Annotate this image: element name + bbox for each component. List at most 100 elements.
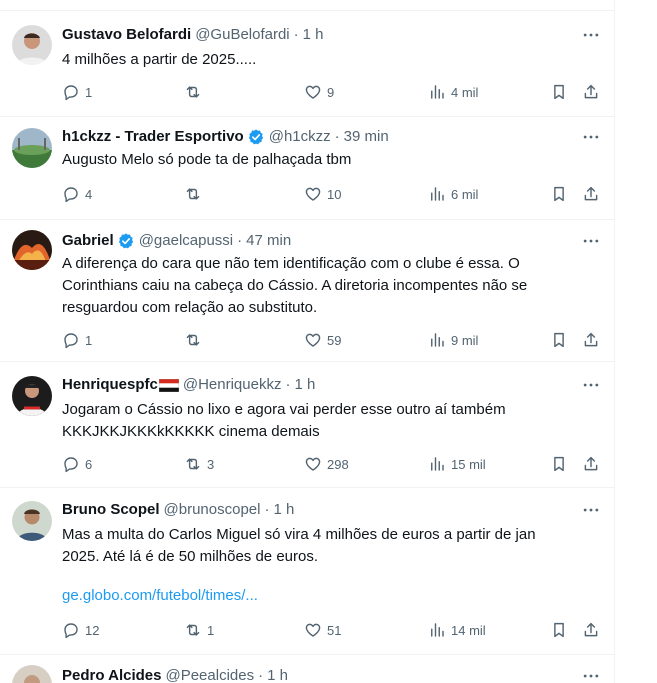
reply-icon	[62, 455, 80, 473]
avatar[interactable]	[12, 501, 52, 541]
separator-dot: ·	[264, 501, 270, 518]
author-name[interactable]: Bruno Scopel	[62, 500, 160, 520]
timestamp[interactable]: 1 h	[294, 375, 315, 395]
tweet-header: Bruno Scopel @brunoscopel · 1 h	[62, 500, 294, 520]
retweet-button[interactable]	[184, 330, 207, 350]
views-button[interactable]: 14 mil	[428, 620, 486, 640]
views-icon	[428, 621, 446, 639]
author-name[interactable]: Gabriel	[62, 231, 114, 251]
heart-icon	[304, 455, 322, 473]
tweet-header: Gustavo Belofardi @GuBelofardi · 1 h	[62, 25, 324, 45]
author-name[interactable]: Gustavo Belofardi	[62, 25, 191, 45]
author-handle[interactable]: @gaelcapussi	[139, 231, 233, 251]
author-handle[interactable]: @Henriquekkz	[183, 375, 282, 395]
more-icon[interactable]	[581, 375, 601, 395]
more-icon[interactable]	[581, 127, 601, 147]
tweet-header: h1ckzz - Trader Esportivo @h1ckzz · 39 m…	[62, 127, 389, 147]
share-icon	[582, 331, 600, 349]
author-handle[interactable]: @Peealcides	[165, 666, 254, 683]
views-button[interactable]: 9 mil	[428, 330, 478, 350]
author-name[interactable]: Henriquespfc	[62, 375, 158, 395]
tweet-actions: 6 3 298 15 mil	[62, 454, 607, 474]
tweet[interactable]: h1ckzz - Trader Esportivo @h1ckzz · 39 m…	[0, 117, 614, 220]
tweet[interactable]: Henriquespfc @Henriquekkz · 1 h Jogaram …	[0, 362, 614, 488]
tweet[interactable]: Pedro Alcides @Peealcides · 1 h	[0, 655, 615, 683]
bookmark-button[interactable]	[550, 330, 573, 350]
tweet-link[interactable]: ge.globo.com/futebol/times/...	[62, 585, 258, 607]
separator-dot: ·	[293, 26, 299, 43]
author-name[interactable]: Pedro Alcides	[62, 666, 161, 683]
views-count: 6 mil	[451, 186, 479, 202]
share-icon	[582, 455, 600, 473]
reply-button[interactable]: 12	[62, 620, 99, 640]
share-button[interactable]	[582, 184, 605, 204]
more-icon[interactable]	[581, 666, 601, 683]
like-count: 298	[327, 456, 349, 472]
tweet-header: Gabriel @gaelcapussi · 47 min	[62, 231, 291, 251]
like-count: 10	[327, 186, 342, 202]
retweet-button[interactable]: 3	[184, 454, 214, 474]
timestamp[interactable]: 39 min	[344, 127, 389, 147]
tweet[interactable]: Bruno Scopel @brunoscopel · 1 h Mas a mu…	[0, 488, 614, 655]
tweet-header: Pedro Alcides @Peealcides · 1 h	[62, 666, 288, 683]
author-handle[interactable]: @brunoscopel	[164, 500, 261, 520]
avatar[interactable]	[12, 128, 52, 168]
like-button[interactable]: 59	[304, 330, 341, 350]
avatar[interactable]	[12, 665, 52, 683]
share-button[interactable]	[582, 454, 605, 474]
timestamp[interactable]: 1 h	[267, 666, 288, 683]
share-button[interactable]	[582, 620, 605, 640]
reply-count: 12	[85, 622, 100, 638]
reply-count: 6	[85, 456, 93, 472]
like-button[interactable]: 10	[304, 184, 341, 204]
views-icon	[428, 83, 446, 101]
retweet-button[interactable]	[184, 82, 207, 102]
author-handle[interactable]: @h1ckzz	[269, 127, 331, 147]
more-icon[interactable]	[581, 231, 601, 251]
timestamp[interactable]: 1 h	[273, 500, 294, 520]
retweet-icon	[184, 83, 202, 101]
bookmark-button[interactable]	[550, 620, 573, 640]
timeline-feed: Gustavo Belofardi @GuBelofardi · 1 h 4 m…	[0, 0, 615, 683]
tweet-text: Mas a multa do Carlos Miguel só vira 4 m…	[62, 526, 536, 565]
views-button[interactable]: 4 mil	[428, 82, 478, 102]
bookmark-button[interactable]	[550, 184, 573, 204]
views-icon	[428, 455, 446, 473]
retweet-button[interactable]: 1	[184, 620, 214, 640]
reply-button[interactable]: 1	[62, 82, 92, 102]
views-count: 14 mil	[451, 622, 486, 638]
reply-button[interactable]: 1	[62, 330, 92, 350]
reply-button[interactable]: 4	[62, 184, 92, 204]
avatar[interactable]	[12, 230, 52, 270]
views-button[interactable]: 15 mil	[428, 454, 486, 474]
avatar[interactable]	[12, 25, 52, 65]
views-count: 15 mil	[451, 456, 486, 472]
bookmark-button[interactable]	[550, 82, 573, 102]
more-icon[interactable]	[581, 500, 601, 520]
retweet-button[interactable]	[184, 184, 207, 204]
tweet-text: Jogaram o Cássio no lixo e agora vai per…	[62, 401, 506, 440]
avatar[interactable]	[12, 376, 52, 416]
share-button[interactable]	[582, 82, 605, 102]
like-count: 9	[327, 84, 335, 100]
share-button[interactable]	[582, 330, 605, 350]
views-button[interactable]: 6 mil	[428, 184, 478, 204]
timestamp[interactable]: 47 min	[246, 231, 291, 251]
views-icon	[428, 185, 446, 203]
reply-button[interactable]: 6	[62, 454, 92, 474]
tweet[interactable]: Gabriel @gaelcapussi · 47 min A diferenç…	[0, 220, 614, 362]
author-handle[interactable]: @GuBelofardi	[195, 25, 289, 45]
bookmark-icon	[550, 455, 568, 473]
like-button[interactable]: 51	[304, 620, 341, 640]
bookmark-icon	[550, 621, 568, 639]
author-name[interactable]: h1ckzz - Trader Esportivo	[62, 127, 244, 147]
like-button[interactable]: 298	[304, 454, 349, 474]
tweet-header: Henriquespfc @Henriquekkz · 1 h	[62, 375, 315, 395]
more-icon[interactable]	[581, 25, 601, 45]
bookmark-icon	[550, 185, 568, 203]
bookmark-button[interactable]	[550, 454, 573, 474]
timestamp[interactable]: 1 h	[303, 25, 324, 45]
tweet[interactable]: Gustavo Belofardi @GuBelofardi · 1 h 4 m…	[0, 10, 614, 117]
like-button[interactable]: 9	[304, 82, 334, 102]
reply-icon	[62, 621, 80, 639]
